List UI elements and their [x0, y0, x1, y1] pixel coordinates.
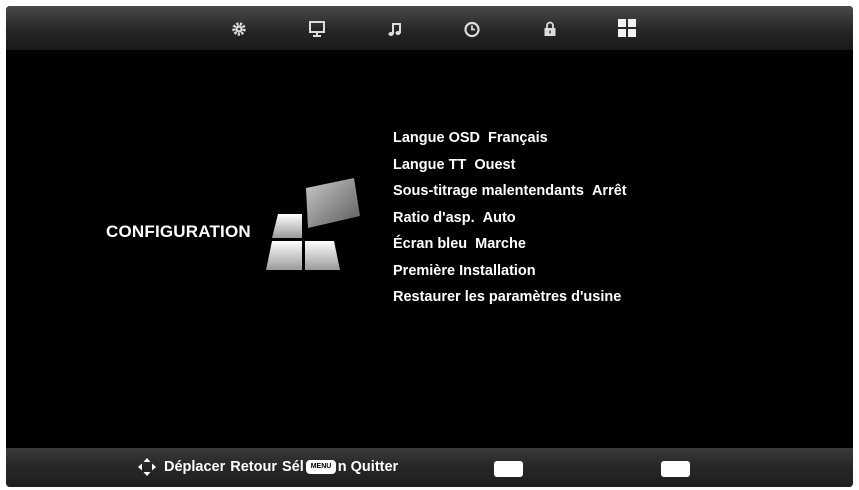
tab-lock[interactable] [539, 19, 561, 39]
tab-sound[interactable] [384, 19, 406, 39]
top-menu-bar [6, 6, 853, 50]
gear-icon [232, 22, 246, 36]
hint-quit: n Quitter [337, 459, 399, 475]
menu-item-first-installation[interactable]: Première Installation [393, 258, 627, 285]
hint-move: Déplacer [164, 459, 226, 475]
menu-key-icon: MENU [306, 460, 336, 474]
menu-item-teletext-language[interactable]: Langue TT Ouest [393, 152, 627, 179]
grid-icon [618, 19, 636, 37]
tab-setup[interactable] [616, 19, 638, 39]
music-note-icon [388, 23, 401, 36]
menu-item-osd-language[interactable]: Langue OSD Français [393, 125, 627, 152]
tab-picture[interactable] [306, 19, 328, 39]
page-title: CONFIGURATION [106, 222, 251, 241]
main-content: CONFIGURATION Langue OSD Français Langue … [6, 50, 853, 448]
setup-menu: Langue OSD Français Langue TT Ouest Sous-t… [393, 125, 627, 311]
tab-settings[interactable] [228, 19, 250, 39]
menu-item-factory-reset[interactable]: Restaurer les paramètres d'usine [393, 284, 627, 311]
menu-item-blue-screen[interactable]: Écran bleu Marche [393, 231, 627, 258]
monitor-icon [309, 21, 325, 37]
hint-back: Retour [230, 459, 277, 475]
color-key-button-1[interactable] [494, 461, 523, 477]
menu-item-hearing-impaired-subtitles[interactable]: Sous-titrage malentendants Arrêt [393, 178, 627, 205]
tab-time[interactable] [461, 19, 483, 39]
navigation-hints: Déplacer Retour Sél n Quitter [138, 458, 403, 476]
lock-icon [544, 21, 556, 36]
color-key-button-2[interactable] [661, 461, 690, 477]
tv-screen: CONFIGURATION Langue OSD Français Langue … [6, 6, 853, 487]
menu-item-aspect-ratio[interactable]: Ratio d'asp. Auto [393, 205, 627, 232]
configuration-logo-icon [266, 178, 360, 270]
clock-icon [464, 21, 480, 38]
hint-select: Sél [282, 459, 304, 475]
navigation-arrows-icon [138, 458, 156, 476]
help-bar: Déplacer Retour Sél n Quitter MENU [6, 448, 853, 487]
